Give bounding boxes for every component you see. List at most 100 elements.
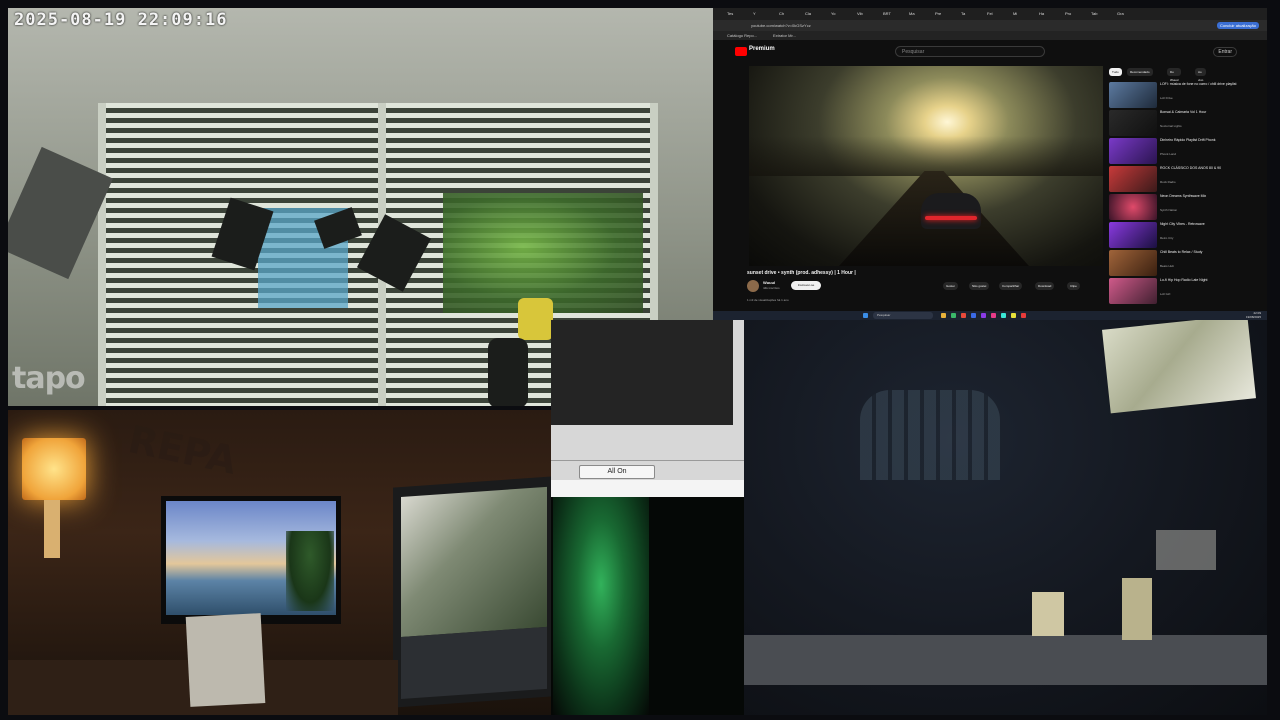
recommendation-item[interactable]: Bonsai & Calmaria Vol 1 Hour Nocturnal L…: [1109, 110, 1249, 136]
app-icon[interactable]: [951, 313, 956, 318]
monitor-wallpaper: [166, 501, 336, 615]
car: [921, 193, 981, 229]
recommendation-title[interactable]: ROCK CLÁSSICO DOS ANOS 80 & 90: [1160, 166, 1240, 171]
browser-tab[interactable]: Vib: [857, 10, 863, 18]
recommendation-item[interactable]: Night City Vibes - Retrowave Retro City: [1109, 222, 1249, 248]
recommendation-title[interactable]: Dinheiro Rápido Playlist Drift Phonk: [1160, 138, 1240, 143]
recommendation-channel: Synth Nation: [1160, 208, 1178, 212]
recommendation-item[interactable]: Chill Beats to Relax / Study Beats Hub: [1109, 250, 1249, 276]
app-icon[interactable]: [971, 313, 976, 318]
address-bar[interactable]: youtube.com/watch?v=0kGSzYcz Concluir at…: [713, 20, 1267, 31]
recommendation-thumbnail[interactable]: [1109, 82, 1157, 108]
app-icon[interactable]: [991, 313, 996, 318]
subscriber-count: 44k inscritos: [763, 286, 780, 290]
clip-button[interactable]: Clipe: [1067, 282, 1080, 290]
app-icon[interactable]: [1011, 313, 1016, 318]
app-icon[interactable]: [981, 313, 986, 318]
app-window-canvas: [551, 320, 733, 425]
camera-feed-green[interactable]: [551, 497, 744, 715]
monitor-right: [393, 476, 551, 708]
file-explorer-icon[interactable]: [941, 313, 946, 318]
recommendation-thumbnail[interactable]: [1109, 222, 1157, 248]
browser-tab[interactable]: BRT: [883, 10, 891, 18]
url-text[interactable]: youtube.com/watch?v=0kGSzYcz: [751, 22, 811, 29]
chip[interactable]: Ao vivo: [1195, 68, 1207, 82]
video-meta: 1 mil de visualizações há 1 ano: [747, 298, 789, 302]
divider: [551, 460, 744, 461]
recommendation-thumbnail[interactable]: [1109, 250, 1157, 276]
monitor-right-screen: [401, 486, 547, 638]
browser-tab[interactable]: Tab: [1091, 10, 1097, 18]
camera-feed-room[interactable]: [744, 320, 1267, 715]
browser-tab[interactable]: Y: [753, 10, 756, 18]
recommendation-thumbnail[interactable]: [1109, 194, 1157, 220]
browser-tab[interactable]: Ha: [1039, 10, 1044, 18]
recommendation-channel: Rock Radio: [1160, 180, 1176, 184]
browser-tab[interactable]: Gra: [1117, 10, 1124, 18]
recommendation-item[interactable]: ROCK CLÁSSICO DOS ANOS 80 & 90 Rock Radi…: [1109, 166, 1249, 192]
app-window[interactable]: All On: [551, 320, 744, 497]
recommendation-title[interactable]: LOFI: música de fone no carro / chill dr…: [1160, 82, 1240, 87]
update-button[interactable]: Concluir atualização: [1216, 22, 1259, 29]
all-on-button[interactable]: All On: [579, 465, 655, 479]
taskbar-clock: 22:09 19/08/2025: [1245, 311, 1261, 319]
signin-button[interactable]: Entrar: [1213, 47, 1237, 57]
browser-tab-bar: Tes Y Ch Cla Yo Vib BRT Ma Pre Ta Fel Mi…: [713, 8, 1267, 20]
bookmark-item[interactable]: Catálogo Repo...: [727, 32, 757, 39]
bookmark-item[interactable]: Extrator Mr...: [773, 32, 796, 39]
chip[interactable]: Recomendado: [1127, 68, 1153, 76]
subscribe-button[interactable]: Inscrever-se: [791, 281, 821, 290]
youtube-task-icon[interactable]: [1021, 313, 1026, 318]
chrome-icon[interactable]: [961, 313, 966, 318]
youtube-logo-text[interactable]: Premium: [749, 46, 775, 52]
recommendation-thumbnail[interactable]: [1109, 278, 1157, 304]
recommendation-thumbnail[interactable]: [1109, 110, 1157, 136]
browser-tab[interactable]: Fel: [987, 10, 993, 18]
recommendation-item[interactable]: LOFI: música de fone no carro / chill dr…: [1109, 82, 1249, 108]
app-icon[interactable]: [1001, 313, 1006, 318]
recommendation-title[interactable]: Chill Beats to Relax / Study: [1160, 250, 1240, 255]
browser-tab[interactable]: Yo: [831, 10, 836, 18]
box: [1032, 592, 1064, 636]
camera-feed-office[interactable]: REPA: [8, 410, 551, 715]
youtube-logo-icon[interactable]: [735, 47, 747, 56]
camera-brand-logo: tapo: [12, 361, 86, 396]
recommendation-thumbnail[interactable]: [1109, 166, 1157, 192]
recommendation-item[interactable]: Neon Dreams Synthwave Mix Synth Nation: [1109, 194, 1249, 220]
clock-date: 19/08/2025: [1245, 314, 1261, 319]
taskbar-search[interactable]: Pesquisar: [873, 312, 933, 319]
browser-tab[interactable]: Cla: [805, 10, 811, 18]
recommendation-channel: Nocturnal Lights: [1160, 124, 1182, 128]
recommendation-item[interactable]: Lo-fi Hip Hop Radio Late Night Lofi Girl: [1109, 278, 1249, 304]
browser-tab[interactable]: Ma: [909, 10, 915, 18]
printer: [1156, 530, 1216, 570]
like-button[interactable]: Gostei: [943, 282, 958, 290]
recommendation-title[interactable]: Neon Dreams Synthwave Mix: [1160, 194, 1240, 199]
channel-name[interactable]: Wuuul: [763, 280, 775, 285]
browser-tab[interactable]: Tes: [727, 10, 733, 18]
recommendation-title[interactable]: Night City Vibes - Retrowave: [1160, 222, 1240, 227]
box: [1122, 578, 1152, 640]
share-button[interactable]: Compartilhar: [999, 282, 1023, 290]
chip[interactable]: Tudo: [1109, 68, 1122, 76]
chip[interactable]: Do Wuuul: [1167, 68, 1182, 82]
recommendation-item[interactable]: Dinheiro Rápido Playlist Drift Phonk Pho…: [1109, 138, 1249, 164]
window-silhouette: [860, 390, 1000, 480]
dislike-button[interactable]: Não gostei: [969, 282, 990, 290]
youtube-search-input[interactable]: Pesquisar: [895, 46, 1045, 57]
browser-tab[interactable]: Ta: [961, 10, 965, 18]
recommendation-title[interactable]: Lo-fi Hip Hop Radio Late Night: [1160, 278, 1240, 283]
browser-tab[interactable]: Ch: [779, 10, 784, 18]
browser-tab[interactable]: Pre: [935, 10, 941, 18]
car-taillight: [925, 216, 977, 220]
windows-start-icon[interactable]: [863, 313, 868, 318]
browser-tab[interactable]: Pro: [1065, 10, 1071, 18]
recommendation-thumbnail[interactable]: [1109, 138, 1157, 164]
screen-capture[interactable]: Tes Y Ch Cla Yo Vib BRT Ma Pre Ta Fel Mi…: [713, 8, 1267, 320]
recommendation-title[interactable]: Bonsai & Calmaria Vol 1 Hour: [1160, 110, 1240, 115]
browser-tab[interactable]: Mi: [1013, 10, 1017, 18]
download-button[interactable]: Download: [1035, 282, 1055, 290]
channel-avatar[interactable]: [747, 280, 759, 292]
video-player[interactable]: [749, 66, 1103, 266]
palm-tree: [286, 531, 334, 611]
